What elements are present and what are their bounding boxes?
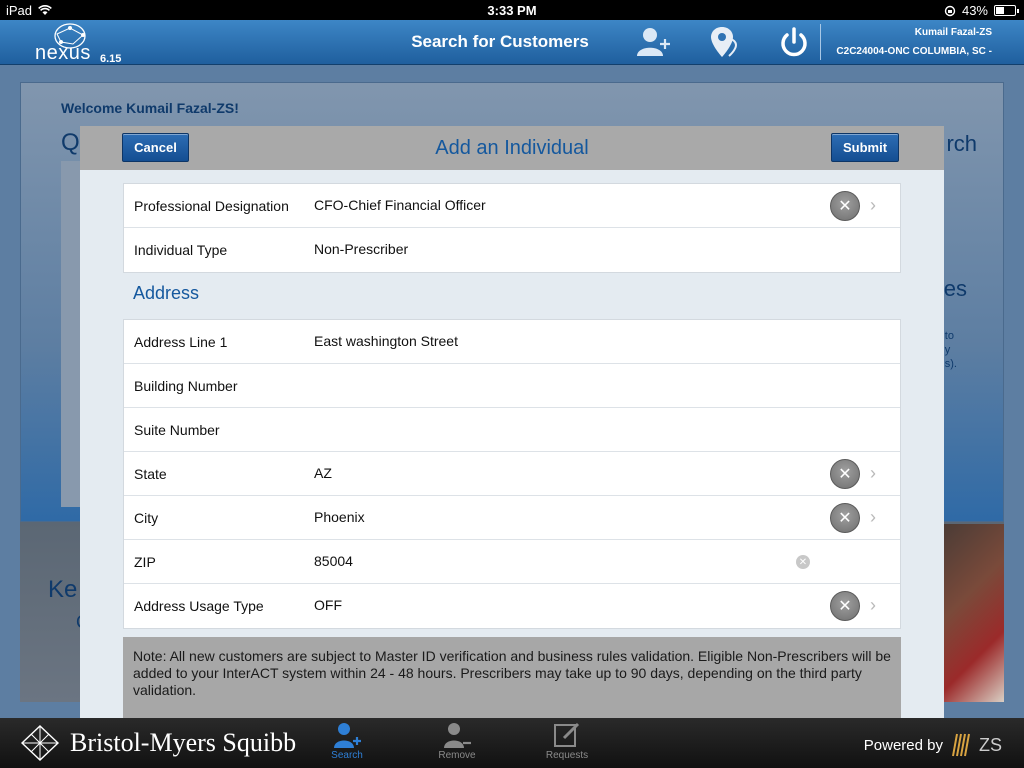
logout-button[interactable] bbox=[774, 24, 814, 60]
city-value: Phoenix bbox=[314, 509, 365, 525]
background-line: to bbox=[944, 330, 954, 342]
welcome-text: Welcome Kumail Fazal-ZS! bbox=[61, 100, 239, 116]
tab-remove[interactable]: Remove bbox=[422, 720, 492, 766]
clock: 3:33 PM bbox=[487, 3, 537, 18]
bottom-tab-bar: Bristol-Myers Squibb Search Remove Reque… bbox=[0, 718, 1024, 768]
modal-title: Add an Individual bbox=[435, 137, 589, 159]
building-number-row[interactable]: Building Number bbox=[124, 364, 900, 408]
clear-icon[interactable]: ✕ bbox=[830, 591, 860, 621]
field-label: ZIP bbox=[134, 554, 156, 570]
powered-by-label: Powered by bbox=[863, 736, 943, 754]
field-label: State bbox=[134, 466, 167, 482]
status-bar: iPad 3:33 PM 43% bbox=[0, 0, 1024, 20]
chevron-right-icon: › bbox=[870, 595, 876, 615]
tab-label: Requests bbox=[545, 750, 589, 761]
field-label: Individual Type bbox=[134, 242, 228, 258]
suite-number-row[interactable]: Suite Number bbox=[124, 408, 900, 452]
orientation-lock-icon bbox=[944, 5, 956, 16]
add-person-icon bbox=[637, 28, 670, 56]
tab-label: Search bbox=[331, 750, 363, 761]
clear-icon[interactable]: ✕ bbox=[830, 191, 860, 221]
state-value: AZ bbox=[314, 465, 332, 481]
modal-header: Cancel Add an Individual Submit bbox=[80, 126, 944, 170]
tab-search[interactable]: Search bbox=[312, 720, 382, 766]
field-label: Professional Designation bbox=[134, 198, 289, 214]
zip-row[interactable]: ZIP 85004 ✕ bbox=[124, 540, 900, 584]
chevron-right-icon: › bbox=[870, 195, 876, 215]
remove-person-icon bbox=[444, 723, 471, 748]
background-heading: Q bbox=[61, 129, 80, 156]
logo-text: nexus bbox=[35, 42, 91, 64]
chevron-right-icon: › bbox=[870, 507, 876, 527]
clear-icon[interactable]: ✕ bbox=[830, 503, 860, 533]
background-heading-right: rch bbox=[946, 131, 977, 156]
field-label: Suite Number bbox=[134, 422, 220, 438]
professional-designation-row[interactable]: Professional Designation CFO-Chief Finan… bbox=[124, 184, 900, 228]
individual-type-row[interactable]: Individual Type Non-Prescriber bbox=[124, 228, 900, 272]
validation-note: Note: All new customers are subject to M… bbox=[123, 637, 901, 718]
background-small-text: to y s). bbox=[945, 329, 957, 371]
background-photo bbox=[944, 524, 1004, 702]
zs-text: ZS bbox=[978, 734, 1002, 755]
address-usage-type-value: OFF bbox=[314, 597, 342, 613]
address-line-1-field[interactable]: East washington Street bbox=[314, 333, 458, 349]
powered-by: Powered by ZS bbox=[864, 732, 1002, 758]
address-section-title: Address bbox=[133, 283, 200, 303]
user-name: Kumail Fazal-ZS bbox=[914, 27, 992, 38]
field-value: CFO-Chief Financial Officer bbox=[314, 197, 486, 213]
state-row[interactable]: State AZ ✕ › bbox=[124, 452, 900, 496]
brand-name: Bristol-Myers Squibb bbox=[70, 728, 297, 757]
chevron-right-icon: › bbox=[870, 463, 876, 483]
field-label: Address Line 1 bbox=[134, 334, 228, 350]
background-subheading: es bbox=[943, 276, 967, 301]
city-row[interactable]: City Phoenix ✕ › bbox=[124, 496, 900, 540]
background-lower-heading: Ke bbox=[48, 576, 78, 603]
edit-document-icon bbox=[554, 722, 580, 747]
tab-label: Remove bbox=[438, 750, 476, 761]
header-divider bbox=[820, 24, 821, 60]
location-pins-icon bbox=[711, 27, 738, 57]
zip-field[interactable]: 85004 bbox=[314, 553, 353, 569]
user-info[interactable]: Kumail Fazal-ZS C2C24004-ONC COLUMBIA, S… bbox=[836, 23, 992, 61]
battery-icon bbox=[994, 5, 1019, 16]
bms-star-icon bbox=[20, 725, 60, 761]
field-label: City bbox=[134, 510, 159, 526]
background-line: s). bbox=[944, 358, 957, 370]
app-header: nexus 6.15 Search for Customers Kumail F… bbox=[0, 20, 1024, 65]
add-individual-modal: Cancel Add an Individual Submit Professi… bbox=[80, 126, 944, 718]
zs-logo-icon bbox=[952, 733, 970, 757]
add-customer-button[interactable] bbox=[634, 24, 674, 60]
field-label: Building Number bbox=[134, 378, 238, 394]
page-title: Search for Customers bbox=[411, 32, 589, 51]
clear-icon[interactable]: ✕ bbox=[830, 459, 860, 489]
clear-text-icon[interactable]: ✕ bbox=[796, 555, 810, 569]
nexus-logo: nexus 6.15 bbox=[35, 22, 135, 65]
address-group: Address Line 1 East washington Street Bu… bbox=[123, 319, 901, 629]
battery-percent: 43% bbox=[961, 3, 988, 18]
field-value: Non-Prescriber bbox=[314, 241, 409, 257]
location-button[interactable] bbox=[704, 24, 744, 60]
territory-label: C2C24004-ONC COLUMBIA, SC - bbox=[836, 46, 992, 57]
bms-logo: Bristol-Myers Squibb bbox=[20, 725, 296, 761]
address-line-1-row[interactable]: Address Line 1 East washington Street bbox=[124, 320, 900, 364]
search-person-icon bbox=[334, 723, 361, 748]
tab-requests[interactable]: Requests bbox=[532, 720, 602, 766]
address-usage-type-row[interactable]: Address Usage Type OFF ✕ › bbox=[124, 584, 900, 628]
submit-button[interactable]: Submit bbox=[831, 133, 899, 162]
individual-details-group: Professional Designation CFO-Chief Finan… bbox=[123, 183, 901, 273]
power-icon bbox=[781, 27, 807, 57]
background-line: y bbox=[944, 344, 951, 356]
field-label: Address Usage Type bbox=[134, 598, 264, 614]
app-version: 6.15 bbox=[100, 53, 122, 65]
